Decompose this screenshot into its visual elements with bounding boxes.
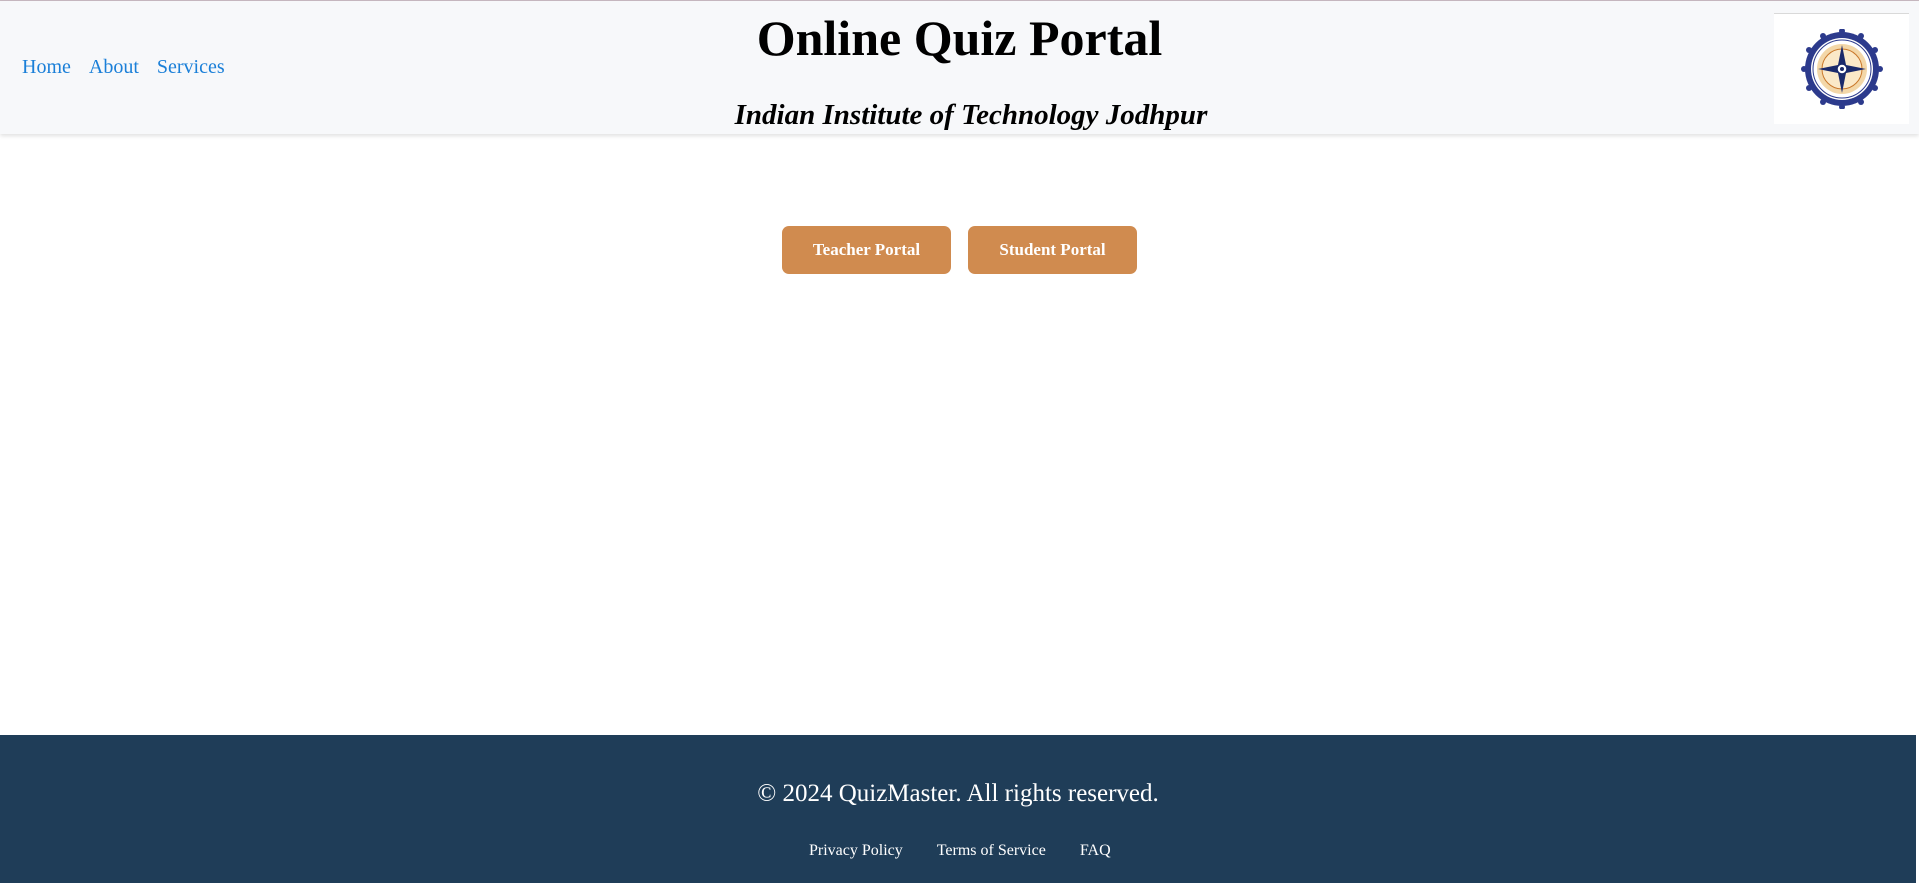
copyright-text: © 2024 QuizMaster. All rights reserved. [757,780,1159,807]
site-header: Home About Services Online Quiz Portal I… [0,1,1919,134]
institute-logo [1774,13,1909,124]
footer-link-privacy-policy[interactable]: Privacy Policy [809,842,903,860]
teacher-portal-button[interactable]: Teacher Portal [782,226,951,274]
page: Home About Services Online Quiz Portal I… [0,0,1919,883]
footer-links: Privacy Policy Terms of Service FAQ [809,842,1111,860]
iit-jodhpur-logo-icon [1800,29,1883,109]
student-portal-button[interactable]: Student Portal [968,226,1137,274]
page-title: Online Quiz Portal [756,10,1163,66]
portal-buttons: Teacher Portal Student Portal [782,226,1137,274]
institute-subtitle: Indian Institute of Technology Jodhpur [734,99,1208,131]
footer-link-faq[interactable]: FAQ [1080,842,1111,860]
site-footer: © 2024 QuizMaster. All rights reserved. … [0,735,1916,883]
footer-link-terms-of-service[interactable]: Terms of Service [937,842,1046,860]
